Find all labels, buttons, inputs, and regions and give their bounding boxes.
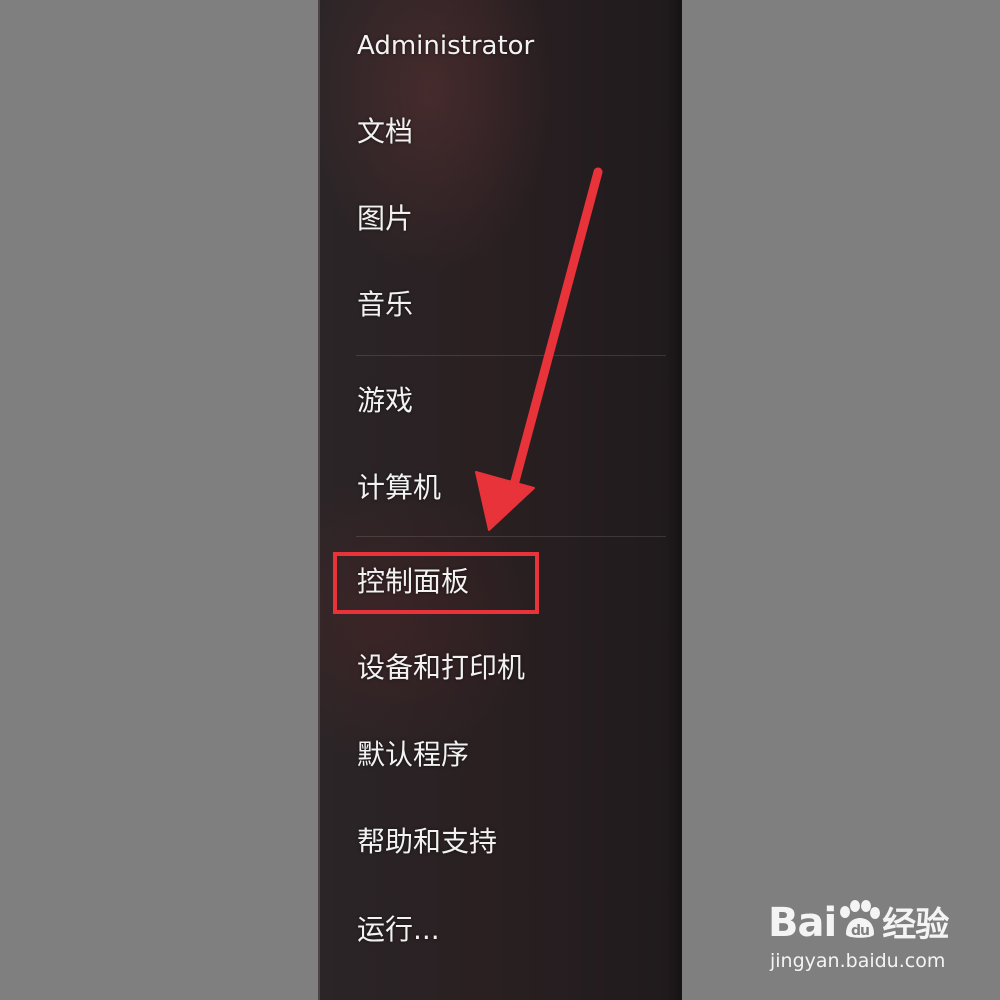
red-arrow-annotation [475, 167, 603, 531]
svg-text:du: du [851, 923, 869, 939]
watermark-site: jingyan.baidu.com [770, 950, 946, 972]
paw-icon: du [840, 900, 881, 939]
baidu-jingyan-watermark: Bai du 经验 jingyan.baidu.com [768, 892, 988, 982]
watermark-logo: Bai du 经验 [768, 900, 949, 946]
